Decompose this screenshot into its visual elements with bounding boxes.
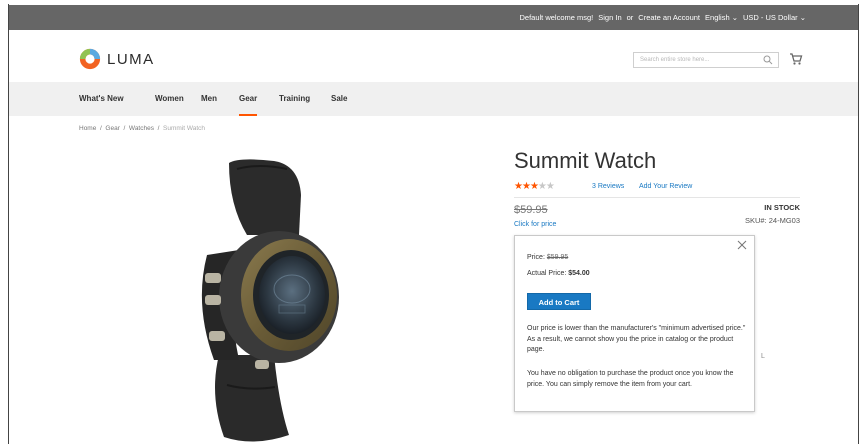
top-bar: Default welcome msg! Sign In or Create a… bbox=[9, 5, 858, 30]
welcome-message: Default welcome msg! bbox=[519, 13, 594, 22]
popup-map-message: Our price is lower than the manufacturer… bbox=[527, 325, 746, 353]
breadcrumb-separator: / bbox=[157, 125, 160, 132]
sku: SKU#: 24-MG03 bbox=[745, 216, 800, 225]
site-header: LUMA Search entire store here... bbox=[9, 30, 858, 82]
product-title: Summit Watch bbox=[514, 148, 657, 173]
popup-actual-price: Actual Price: $54.00 bbox=[527, 270, 590, 277]
language-switcher[interactable]: English ⌄ bbox=[705, 13, 738, 22]
star-full-icon: ★ bbox=[521, 181, 531, 192]
sku-value: 24-MG03 bbox=[768, 216, 800, 225]
breadcrumb-current: Summit Watch bbox=[163, 125, 206, 132]
currency-switcher[interactable]: USD - US Dollar ⌄ bbox=[743, 13, 806, 22]
product-image bbox=[201, 159, 339, 442]
stock-status: IN STOCK bbox=[764, 203, 800, 212]
add-to-cart-button[interactable]: Add to Cart bbox=[527, 293, 591, 310]
search-icon[interactable] bbox=[762, 54, 774, 66]
search-input[interactable]: Search entire store here... bbox=[633, 52, 779, 68]
divider bbox=[514, 197, 800, 198]
star-full-icon: ★ bbox=[514, 181, 523, 192]
language-label: English bbox=[705, 13, 730, 22]
star-empty-icon: ★ bbox=[537, 181, 547, 192]
logo-text: LUMA bbox=[107, 50, 155, 68]
breadcrumb-separator: / bbox=[123, 125, 126, 132]
nav-item-men[interactable]: Men bbox=[201, 82, 217, 116]
popup-price-label: Price: bbox=[527, 254, 545, 261]
nav-item-women[interactable]: Women bbox=[155, 82, 184, 116]
nav-item-whats-new[interactable]: What's New bbox=[79, 82, 124, 116]
close-icon[interactable] bbox=[737, 240, 747, 250]
sign-in-link[interactable]: Sign In bbox=[598, 13, 621, 22]
breadcrumb-separator: / bbox=[99, 125, 102, 132]
nav-item-gear[interactable]: Gear bbox=[239, 82, 258, 116]
reviews-link[interactable]: 3 Reviews bbox=[592, 183, 624, 190]
search-placeholder: Search entire store here... bbox=[640, 57, 710, 63]
breadcrumb-home[interactable]: Home bbox=[79, 125, 96, 132]
breadcrumb: Home / Gear / Watches / Summit Watch bbox=[79, 125, 205, 132]
hidden-text-fragment: L bbox=[761, 353, 765, 360]
map-price-popup: Price: $59.95 Actual Price: $54.00 Add t… bbox=[514, 235, 755, 412]
chevron-down-icon: ⌄ bbox=[731, 13, 739, 22]
luma-logo-icon bbox=[79, 48, 101, 70]
nav-item-training[interactable]: Training bbox=[279, 82, 310, 116]
nav-item-sale[interactable]: Sale bbox=[331, 82, 347, 116]
popup-price: Price: $59.95 bbox=[527, 254, 568, 261]
cart-icon[interactable] bbox=[789, 52, 803, 66]
breadcrumb-gear[interactable]: Gear bbox=[105, 125, 119, 132]
store-logo[interactable]: LUMA bbox=[79, 48, 155, 70]
popup-obligation-message: You have no obligation to purchase the p… bbox=[527, 370, 734, 388]
main-navigation: What's New Women Men Gear Training Sale bbox=[9, 82, 858, 116]
msrp-price: $59.95 bbox=[514, 204, 548, 216]
currency-label: USD - US Dollar bbox=[743, 13, 798, 22]
click-for-price-link[interactable]: Click for price bbox=[514, 221, 556, 228]
star-empty-icon: ★ bbox=[545, 181, 555, 192]
create-account-link[interactable]: Create an Account bbox=[638, 13, 700, 22]
or-text: or bbox=[626, 13, 634, 22]
sku-label: SKU#: bbox=[744, 216, 767, 225]
browser-viewport: Default welcome msg! Sign In or Create a… bbox=[9, 5, 858, 444]
breadcrumb-watches[interactable]: Watches bbox=[129, 125, 154, 132]
rating-stars: ★★★★★ bbox=[514, 181, 555, 192]
star-half-icon: ★ bbox=[529, 181, 539, 192]
add-review-link[interactable]: Add Your Review bbox=[639, 183, 692, 190]
popup-actual-price-value: $54.00 bbox=[568, 270, 590, 277]
popup-actual-price-label: Actual Price: bbox=[527, 270, 567, 277]
chevron-down-icon: ⌄ bbox=[799, 13, 806, 22]
popup-price-value: $59.95 bbox=[546, 254, 569, 261]
